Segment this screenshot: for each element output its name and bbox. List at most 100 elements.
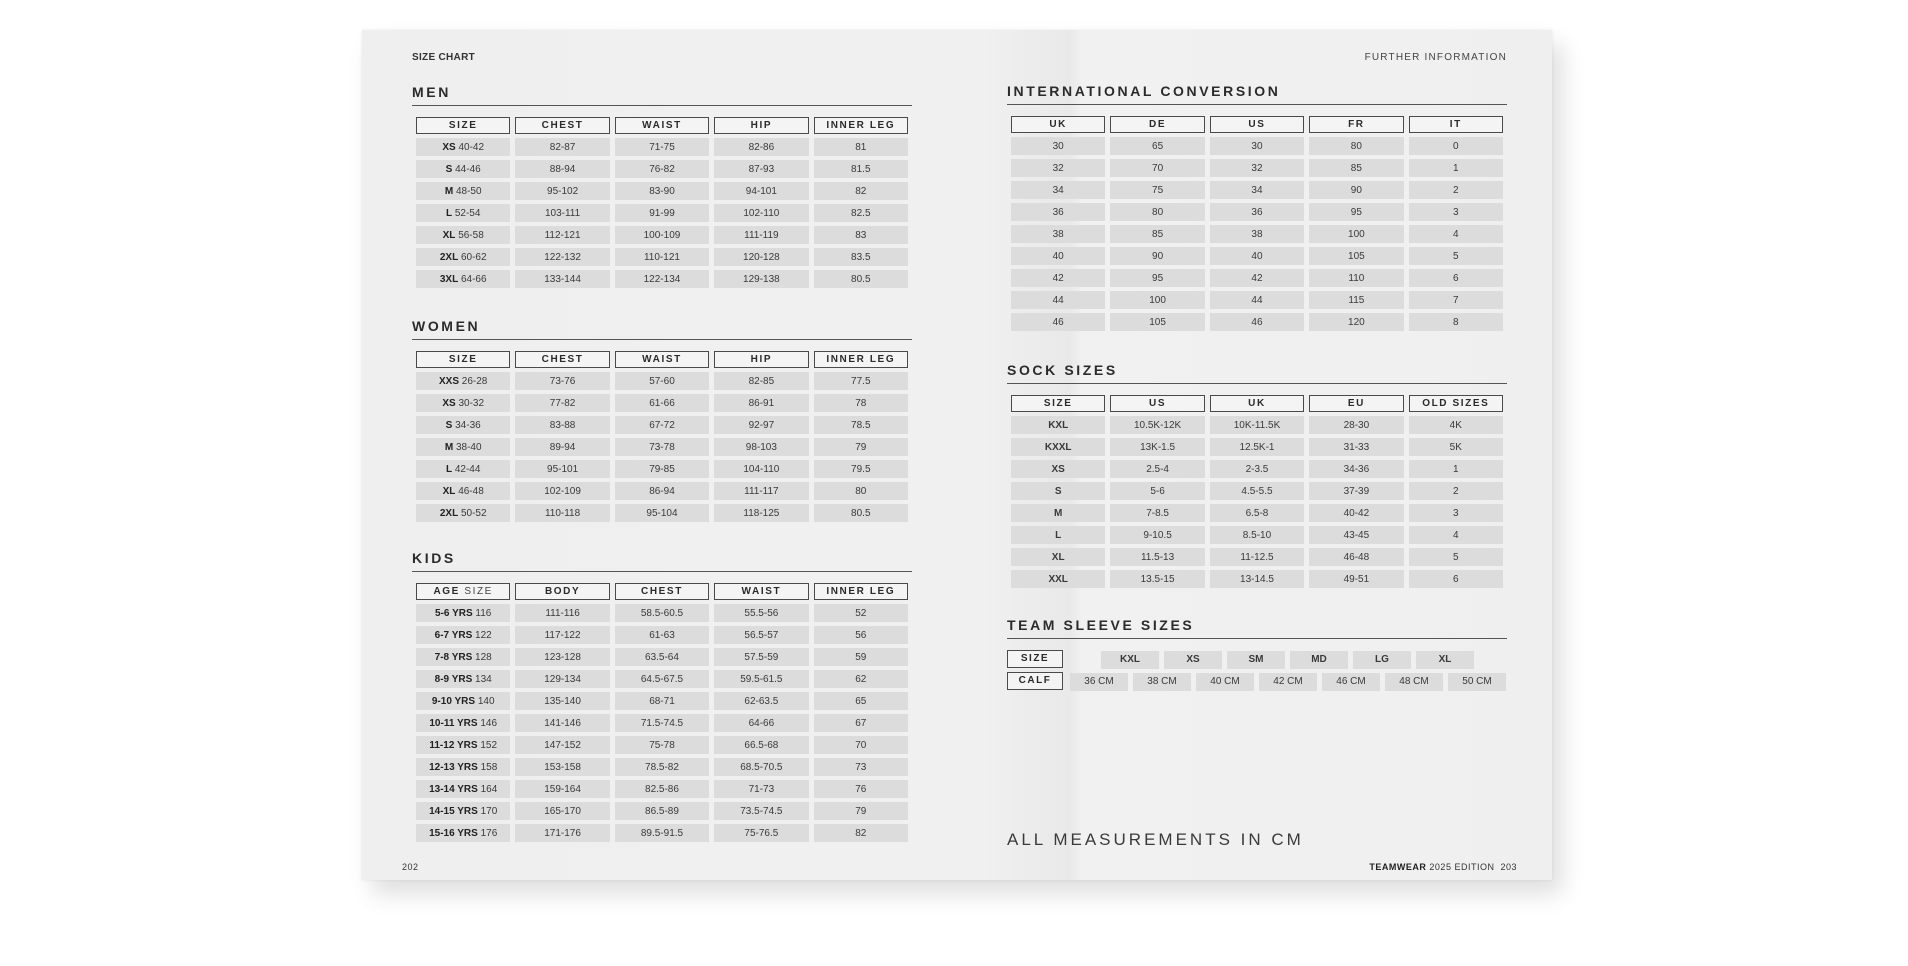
table-row: 12-13 YRS 158 153-158 78.5-82 68.5-70.5 73 — [416, 758, 908, 776]
table-row: L 52-54 103-111 91-99 102-110 82.5 — [416, 204, 908, 222]
value-cell: 82.5 — [813, 204, 908, 222]
size-cell: M — [1011, 504, 1106, 522]
value-cell: 10.5K-12K — [1110, 416, 1205, 434]
sleeve-calf-cell: 40 CM — [1196, 673, 1254, 691]
value-cell: 83-90 — [614, 182, 710, 200]
size-range: 38-40 — [455, 441, 482, 453]
value-cell: 52 — [813, 604, 908, 622]
value-cell: 105 — [1110, 313, 1205, 331]
size-code: 12-13 YRS — [429, 761, 478, 773]
sleeve-size-cell: XL — [1416, 651, 1474, 669]
value-cell: 147-152 — [515, 736, 610, 754]
size-code: XXS — [439, 375, 460, 387]
size-cell: XL 56-58 — [416, 226, 511, 244]
value-cell: 8.5-10 — [1209, 526, 1305, 544]
size-code: 15-16 YRS — [429, 827, 478, 839]
value-cell: 55.5-56 — [714, 604, 809, 622]
value-cell: 79.5 — [813, 460, 908, 478]
right-page-number: 203 — [1500, 862, 1517, 872]
col-header: US — [1209, 116, 1305, 133]
value-cell: 44 — [1011, 291, 1106, 309]
col-header: SIZE — [416, 117, 511, 134]
value-cell: 80 — [1309, 137, 1404, 155]
size-range: 40-42 — [458, 141, 485, 153]
folio-brand: TEAMWEAR — [1369, 862, 1427, 872]
women-section: WOMEN SIZE CHEST WAIST HIP INNER LEG XXS 26-2… — [412, 318, 912, 526]
value-cell: 43-45 — [1309, 526, 1404, 544]
value-cell: 89-94 — [515, 438, 610, 456]
sleeve-size-cell: SM — [1227, 651, 1285, 669]
table-row: XL 46-48 102-109 86-94 111-117 80 — [416, 482, 908, 500]
men-size-table: SIZE CHEST WAIST HIP INNER LEG XS 40-42 82-87 7… — [411, 113, 913, 292]
size-range: 140 — [477, 695, 495, 707]
table-row: 6-7 YRS 122 117-122 61-63 56.5-57 56 — [416, 626, 908, 644]
value-cell: 56 — [813, 626, 908, 644]
kids-size-table: AGE SIZE BODY CHEST WAIST INNER LEG 5-6 YRS 1… — [411, 579, 913, 846]
divider — [1007, 383, 1507, 384]
table-row: 38 85 38 100 4 — [1011, 225, 1503, 243]
value-cell: 31-33 — [1309, 438, 1404, 456]
size-code: 7-8 YRS — [434, 651, 473, 663]
size-cell: S — [1011, 482, 1106, 500]
col-header-size: SIZE — [464, 586, 493, 597]
size-code: XL — [442, 485, 456, 497]
value-cell: 2 — [1408, 181, 1503, 199]
sleeve-calf-cell: 38 CM — [1133, 673, 1191, 691]
col-header: HIP — [714, 351, 809, 368]
size-cell: XS 30-32 — [416, 394, 511, 412]
size-code: XL — [442, 229, 456, 241]
intl-section: INTERNATIONAL CONVERSION UK DE US FR IT 30 65 3… — [1007, 83, 1507, 335]
sleeve-size-row: SIZE KXL XS SM MD LG XL — [1007, 650, 1507, 670]
value-cell: 42 — [1209, 269, 1305, 287]
table-row: S 34-36 83-88 67-72 92-97 78.5 — [416, 416, 908, 434]
value-cell: 38 — [1011, 225, 1106, 243]
left-page-number: 202 — [402, 862, 419, 872]
size-code: 5-6 YRS — [435, 607, 473, 619]
value-cell: 89.5-91.5 — [614, 824, 710, 842]
size-cell: XS — [1011, 460, 1106, 478]
sleeve-calf-row: CALF 36 CM 38 CM 40 CM 42 CM 46 CM 48 CM 50 CM — [1007, 672, 1507, 692]
col-header: BODY — [515, 583, 610, 600]
size-cell: KXXL — [1011, 438, 1106, 456]
value-cell: 5 — [1408, 548, 1503, 566]
value-cell: 30 — [1209, 137, 1305, 155]
table-row: L 9-10.5 8.5-10 43-45 4 — [1011, 526, 1503, 544]
table-row: XXL 13.5-15 13-14.5 49-51 6 — [1011, 570, 1503, 588]
value-cell: 73-76 — [515, 372, 610, 390]
col-header: SIZE — [1011, 395, 1106, 412]
value-cell: 95-104 — [614, 504, 710, 522]
value-cell: 32 — [1209, 159, 1305, 177]
table-row: XL 11.5-13 11-12.5 46-48 5 — [1011, 548, 1503, 566]
value-cell: 58.5-60.5 — [614, 604, 710, 622]
header-row: SIZE US UK EU OLD SIZES — [1011, 395, 1503, 412]
size-range: 152 — [480, 739, 498, 751]
men-section: MEN SIZE CHEST WAIST HIP INNER LEG XS 40-42 82… — [412, 84, 912, 292]
value-cell: 65 — [813, 692, 908, 710]
table-row: 14-15 YRS 170 165-170 86.5-89 73.5-74.5 79 — [416, 802, 908, 820]
value-cell: 79 — [813, 802, 908, 820]
value-cell: 159-164 — [515, 780, 610, 798]
size-cell: 8-9 YRS 134 — [416, 670, 511, 688]
col-header: WAIST — [614, 117, 710, 134]
value-cell: 3 — [1408, 203, 1503, 221]
kids-section: KIDS AGE SIZE BODY CHEST WAIST INNER LEG 5-6 … — [412, 550, 912, 846]
value-cell: 86.5-89 — [614, 802, 710, 820]
size-range: 158 — [480, 761, 498, 773]
value-cell: 56.5-57 — [714, 626, 809, 644]
value-cell: 36 — [1011, 203, 1106, 221]
col-header: CHEST — [515, 117, 610, 134]
value-cell: 77-82 — [515, 394, 610, 412]
value-cell: 94-101 — [714, 182, 809, 200]
value-cell: 95-102 — [515, 182, 610, 200]
table-row: XXS 26-28 73-76 57-60 82-85 77.5 — [416, 372, 908, 390]
value-cell: 111-116 — [515, 604, 610, 622]
size-range: 128 — [475, 651, 492, 663]
value-cell: 34-36 — [1309, 460, 1404, 478]
table-row: 42 95 42 110 6 — [1011, 269, 1503, 287]
value-cell: 7-8.5 — [1110, 504, 1205, 522]
size-code: XS — [442, 397, 456, 409]
value-cell: 111-119 — [714, 226, 809, 244]
size-range: 116 — [475, 607, 492, 619]
socks-section: SOCK SIZES SIZE US UK EU OLD SIZES KXL 10.5K-1… — [1007, 362, 1507, 592]
value-cell: 6.5-8 — [1209, 504, 1305, 522]
